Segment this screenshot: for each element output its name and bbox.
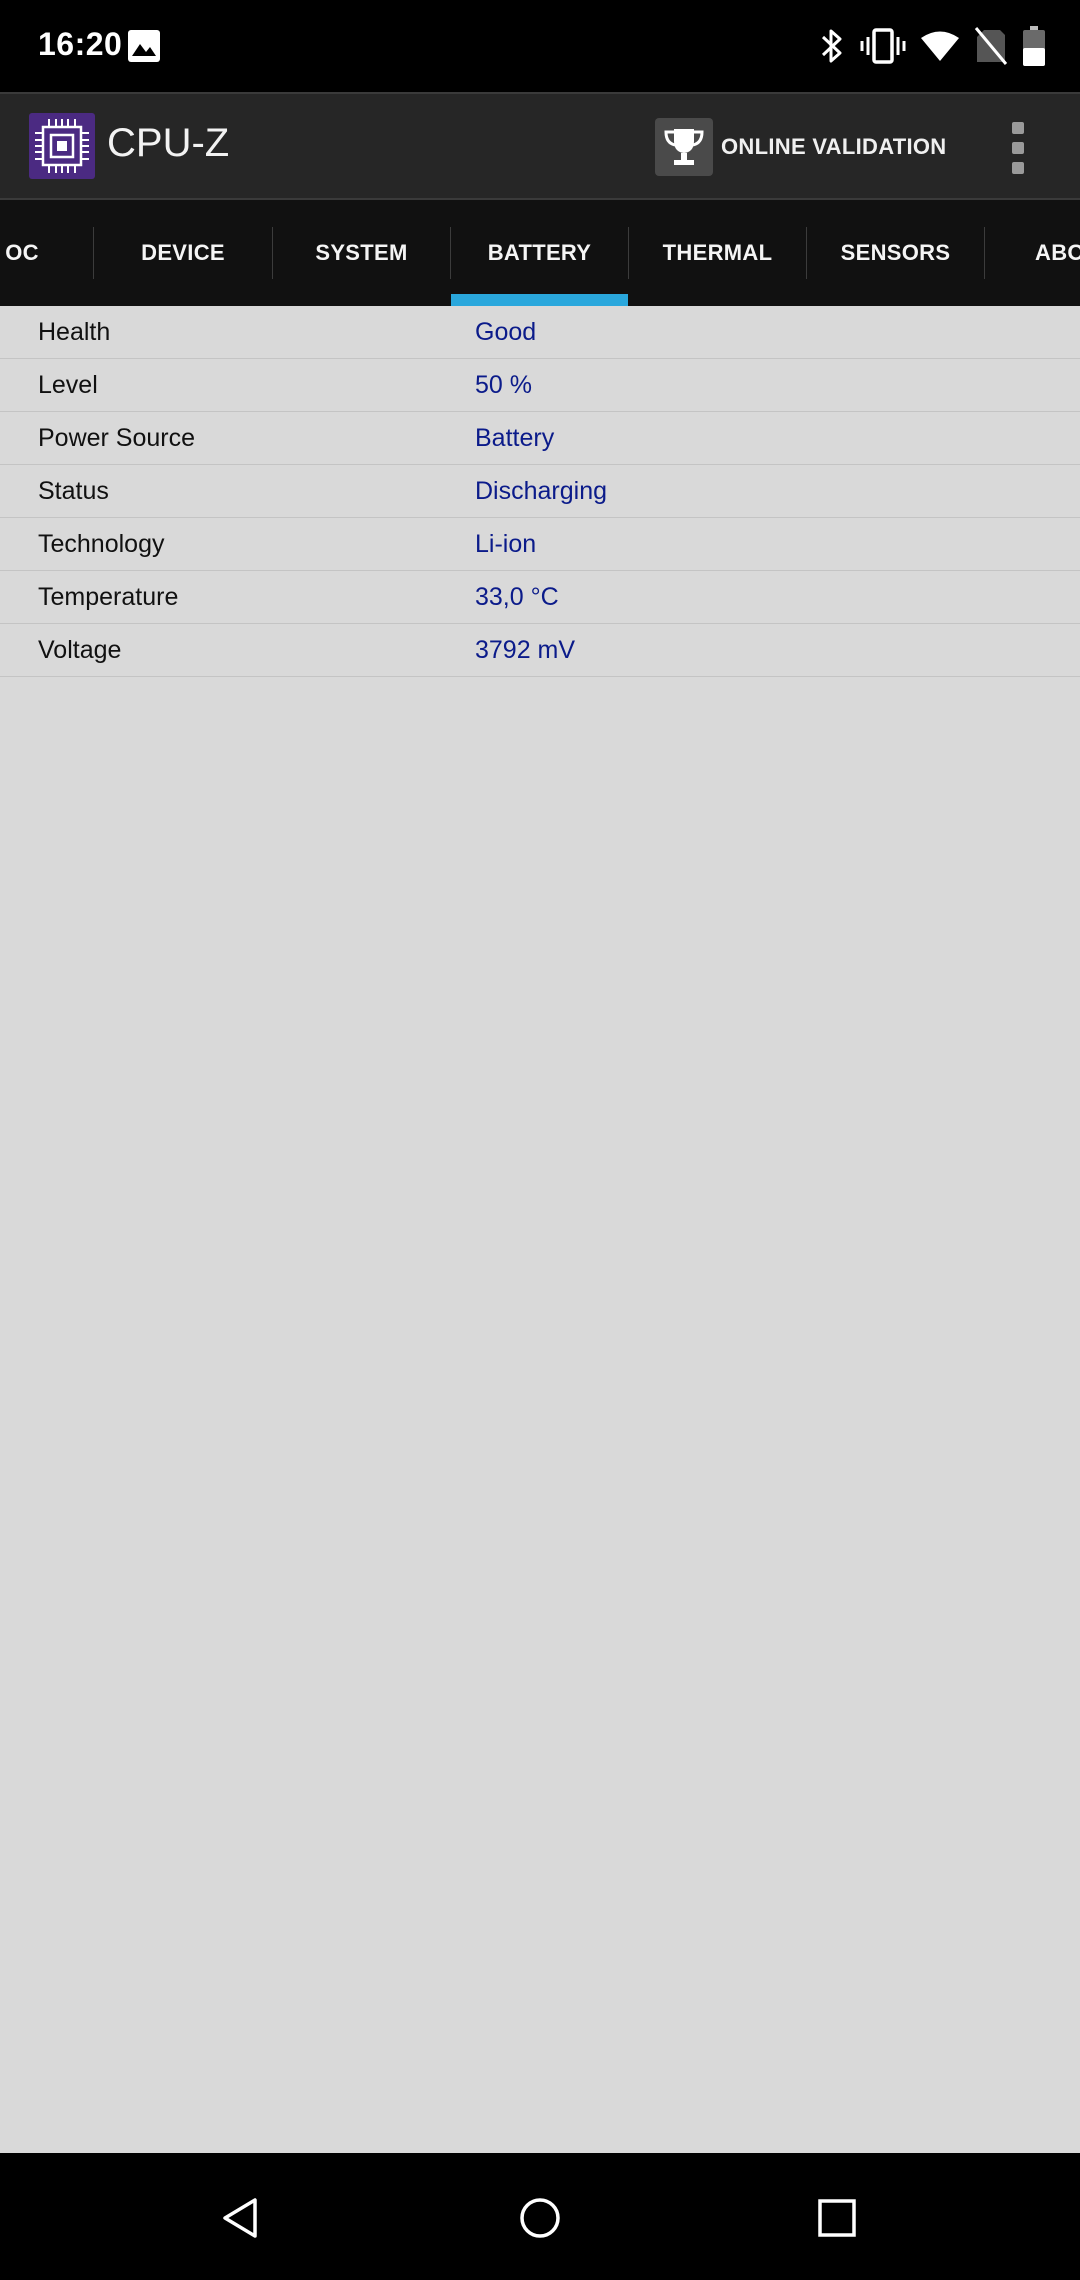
info-row-technology: Technology Li-ion [0,518,1080,571]
bluetooth-icon [821,29,842,63]
navigation-bar [0,2153,1080,2280]
vibrate-icon [860,28,906,64]
home-icon [520,2198,560,2238]
info-row-health: Health Good [0,306,1080,359]
cpu-z-logo [29,113,95,179]
tab-battery[interactable]: BATTERY [451,200,628,306]
info-label: Status [38,477,109,505]
status-bar: 16:20 [0,0,1080,92]
info-row-temperature: Temperature 33,0 °C [0,571,1080,624]
status-time: 16:20 [38,26,123,62]
info-value: 33,0 °C [475,583,559,611]
info-value: Battery [475,424,555,452]
info-label: Level [38,371,98,399]
tab-thermal[interactable]: THERMAL [629,200,806,306]
info-value: 50 % [475,371,532,399]
recents-icon [818,2199,856,2237]
info-row-status: Status Discharging [0,465,1080,518]
info-value: Li-ion [475,530,537,558]
info-row-voltage: Voltage 3792 mV [0,624,1080,677]
info-label: Power Source [38,424,196,452]
info-value: Good [475,318,537,346]
info-value: Discharging [475,477,608,505]
tab-about[interactable]: ABO [985,200,1080,306]
info-row-level: Level 50 % [0,359,1080,412]
online-validation-button[interactable]: ONLINE VALIDATION [655,116,947,178]
tab-bar: OC DEVICE SYSTEM BATTERY THERMAL SENSORS… [0,200,1080,306]
info-label: Health [38,318,111,346]
trophy-icon-box [655,118,713,176]
info-row-power-source: Power Source Battery [0,412,1080,465]
active-tab-indicator [451,294,628,306]
recents-button[interactable] [802,2183,872,2253]
cpu-chip-icon [35,119,89,173]
info-label: Voltage [38,636,122,664]
image-icon [128,30,160,62]
back-button[interactable] [206,2183,276,2253]
home-button[interactable] [505,2183,575,2253]
overflow-menu-icon[interactable] [1006,122,1030,174]
app-bar: CPU-Z ONLINE VALIDATION [0,92,1080,200]
battery-info-list: Health Good Level 50 % Power Source Batt… [0,306,1080,677]
trophy-icon [664,129,704,165]
tab-system[interactable]: SYSTEM [273,200,450,306]
wifi-icon [921,31,959,61]
battery-icon [1023,26,1045,66]
online-validation-label: ONLINE VALIDATION [721,134,947,159]
tab-soc[interactable]: OC [0,200,92,306]
info-label: Technology [38,530,165,558]
app-title: CPU-Z [107,121,230,165]
tab-sensors[interactable]: SENSORS [807,200,984,306]
tab-device[interactable]: DEVICE [94,200,272,306]
no-sim-icon [974,27,1008,65]
status-icons [818,22,1046,70]
info-label: Temperature [38,583,179,611]
info-value: 3792 mV [475,636,576,664]
back-icon [223,2198,257,2238]
